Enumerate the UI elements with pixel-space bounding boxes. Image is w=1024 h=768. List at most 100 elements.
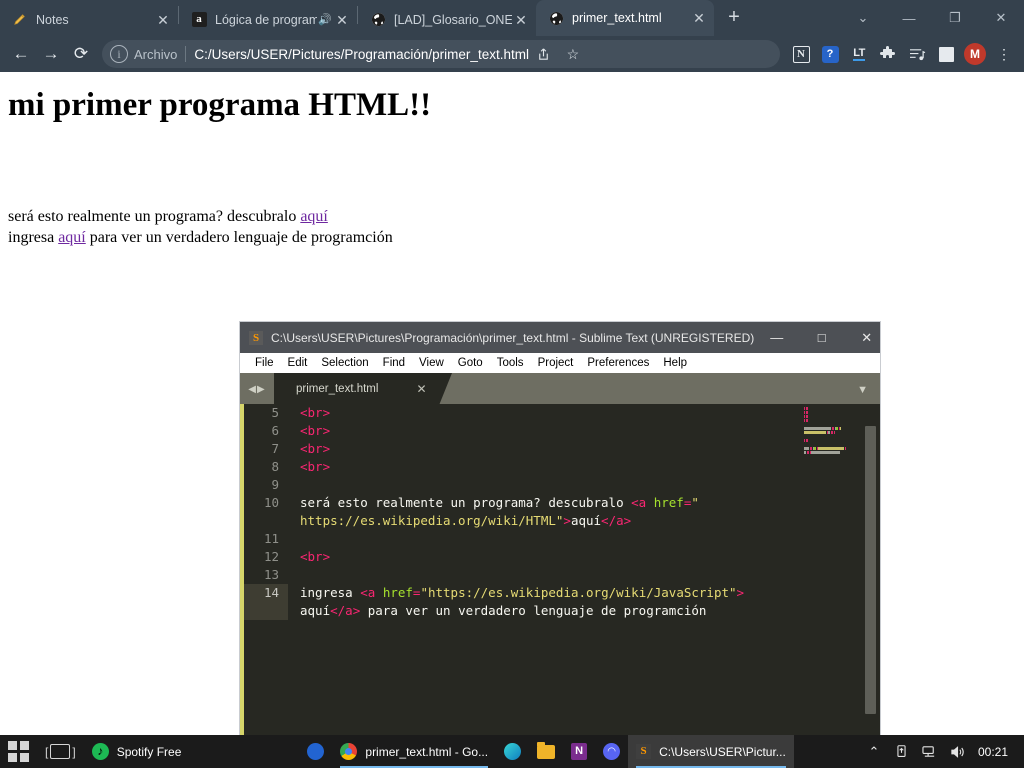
task-view-button[interactable]: [] <box>37 735 84 768</box>
blue-glyph: ? <box>821 45 839 63</box>
taskbar-discord[interactable]: ◠ <box>595 735 628 768</box>
browser-tab-glosario[interactable]: [LAD]_Glosario_ONE[1] ✕ <box>358 3 536 36</box>
show-hidden-icons[interactable]: ⌃ <box>860 735 888 768</box>
sublime-title-bar[interactable]: S C:\Users\USER\Pictures\Programación\pr… <box>240 322 880 353</box>
menu-edit[interactable]: Edit <box>281 357 315 369</box>
screen: Notes ✕ a Lógica de program 🔊 ✕ [LAD]_Gl… <box>0 0 1024 768</box>
blue-extension-icon[interactable]: ? <box>816 40 844 68</box>
editor-tab-title: primer_text.html <box>296 382 379 395</box>
menu-preferences[interactable]: Preferences <box>580 357 656 369</box>
forward-icon[interactable]: → <box>36 39 66 69</box>
code-line[interactable]: https://es.wikipedia.org/wiki/HTML">aquí… <box>244 512 880 530</box>
restore-icon[interactable]: ❐ <box>932 0 978 36</box>
menu-file[interactable]: File <box>248 357 281 369</box>
chevron-down-icon[interactable]: ▼ <box>857 384 868 396</box>
close-icon[interactable]: ✕ <box>978 0 1024 36</box>
browser-tab-primer-text[interactable]: primer_text.html ✕ <box>536 0 714 36</box>
tab-nav-arrows-icon[interactable]: ◀▶ <box>240 384 274 404</box>
tab-close-icon[interactable]: ✕ <box>512 11 530 29</box>
new-tab-button[interactable]: + <box>720 4 748 32</box>
paragraph-2-suffix: para ver un verdadero lenguaje de progra… <box>85 229 393 246</box>
menu-find[interactable]: Find <box>376 357 412 369</box>
side-panel-glyph <box>938 46 954 62</box>
editor-tab-close-icon[interactable]: ✕ <box>416 382 426 396</box>
code-token-tag: br <box>307 459 323 474</box>
code-line[interactable]: 7 <br> <box>244 440 880 458</box>
code-line[interactable]: 8 <br> <box>244 458 880 476</box>
code-line-text: <br> <box>288 422 880 440</box>
menu-selection[interactable]: Selection <box>314 357 375 369</box>
reload-icon[interactable]: ⟳ <box>66 39 96 69</box>
taskbar-item-label: C:\Users\USER\Pictur... <box>659 744 786 759</box>
code-line[interactable]: 5 <br> <box>244 404 880 422</box>
back-icon[interactable]: ← <box>6 39 36 69</box>
line-number: 11 <box>263 531 279 546</box>
code-line[interactable]: 11 <box>244 530 880 548</box>
code-token-punct: > <box>322 549 331 564</box>
tab-close-icon[interactable]: ✕ <box>690 9 708 27</box>
menu-goto[interactable]: Goto <box>451 357 490 369</box>
tab-search-chevron-down-icon[interactable]: ⌄ <box>840 0 886 36</box>
code-line[interactable]: 13 <box>244 566 880 584</box>
taskbar-edge[interactable] <box>496 735 529 768</box>
minimize-icon[interactable]: — <box>886 0 932 36</box>
tab-audio-icon[interactable]: 🔊 <box>317 13 333 26</box>
menu-project[interactable]: Project <box>531 357 581 369</box>
editor-tab-primer-text[interactable]: primer_text.html ✕ <box>274 373 452 404</box>
taskbar-onenote[interactable]: N <box>563 735 595 768</box>
languagetool-extension-icon[interactable]: LT <box>845 40 873 68</box>
code-line[interactable]: 10 será esto realmente un programa? descu… <box>244 494 880 512</box>
media-playlist-icon[interactable] <box>903 40 931 68</box>
code-editor[interactable]: 5 <br> 6 <br> 7 <br> 8 <br> 9 10 será esto realmen… <box>244 404 880 736</box>
line-number <box>244 512 288 530</box>
address-bar[interactable]: i Archivo C:/Users/USER/Pictures/Program… <box>102 40 780 68</box>
share-icon[interactable] <box>530 40 558 68</box>
taskbar-spotify[interactable]: ♪ Spotify Free <box>84 735 190 768</box>
code-token-tag: a <box>345 603 353 618</box>
notion-extension-icon[interactable]: N <box>787 40 815 68</box>
start-button[interactable] <box>0 735 37 768</box>
taskbar-chrome[interactable]: primer_text.html - Go... <box>332 735 496 768</box>
network-icon[interactable] <box>916 735 944 768</box>
taskbar-sublime[interactable]: S C:\Users\USER\Pictur... <box>628 735 794 768</box>
sublime-logo-icon: S <box>249 330 263 345</box>
usb-eject-icon[interactable] <box>888 735 916 768</box>
taskbar-blue-app[interactable] <box>299 735 332 768</box>
close-icon[interactable]: ✕ <box>844 322 889 353</box>
line-number: 9 <box>271 477 279 492</box>
info-icon[interactable]: i <box>110 45 128 63</box>
volume-icon[interactable] <box>944 735 972 768</box>
browser-tab-notes[interactable]: Notes ✕ <box>0 3 178 36</box>
chrome-menu-icon[interactable]: ⋮ <box>990 40 1018 68</box>
menu-help[interactable]: Help <box>656 357 694 369</box>
link-javascript-aqui[interactable]: aquí <box>58 229 86 246</box>
profile-avatar[interactable]: M <box>961 40 989 68</box>
menu-view[interactable]: View <box>412 357 451 369</box>
taskbar-file-explorer[interactable] <box>529 735 563 768</box>
maximize-icon[interactable]: □ <box>799 322 844 353</box>
sublime-text-window[interactable]: S C:\Users\USER\Pictures\Programación\pr… <box>240 322 880 736</box>
line-number: 12 <box>263 549 279 564</box>
browser-tab-logica[interactable]: a Lógica de program 🔊 ✕ <box>179 3 357 36</box>
bookmark-star-icon[interactable]: ☆ <box>559 40 587 68</box>
code-line[interactable]: 6 <br> <box>244 422 880 440</box>
sublime-tab-bar: ◀▶ primer_text.html ✕ ▼ <box>240 373 880 404</box>
link-html-aqui[interactable]: aquí <box>300 208 328 225</box>
minimize-icon[interactable]: — <box>754 322 799 353</box>
side-panel-icon[interactable] <box>932 40 960 68</box>
sublime-editor-body[interactable]: 5 <br> 6 <br> 7 <br> 8 <br> 9 10 será esto realmen… <box>240 404 880 736</box>
code-line[interactable]: 9 <box>244 476 880 494</box>
code-token-punct: > <box>322 423 331 438</box>
tab-close-icon[interactable]: ✕ <box>333 11 351 29</box>
line-number: 14 <box>263 585 279 600</box>
code-line[interactable]: aquí</a> para ver un verdadero lenguaje … <box>244 602 880 620</box>
tab-close-icon[interactable]: ✕ <box>154 11 172 29</box>
code-line[interactable]: 14 ingresa <a href="https://es.wikipedia.… <box>244 584 880 602</box>
avatar-letter: M <box>964 43 986 65</box>
taskbar-clock[interactable]: 00:21 <box>972 745 1014 759</box>
extensions-puzzle-icon[interactable] <box>874 40 902 68</box>
menu-tools[interactable]: Tools <box>490 357 531 369</box>
code-line[interactable]: 12 <br> <box>244 548 880 566</box>
